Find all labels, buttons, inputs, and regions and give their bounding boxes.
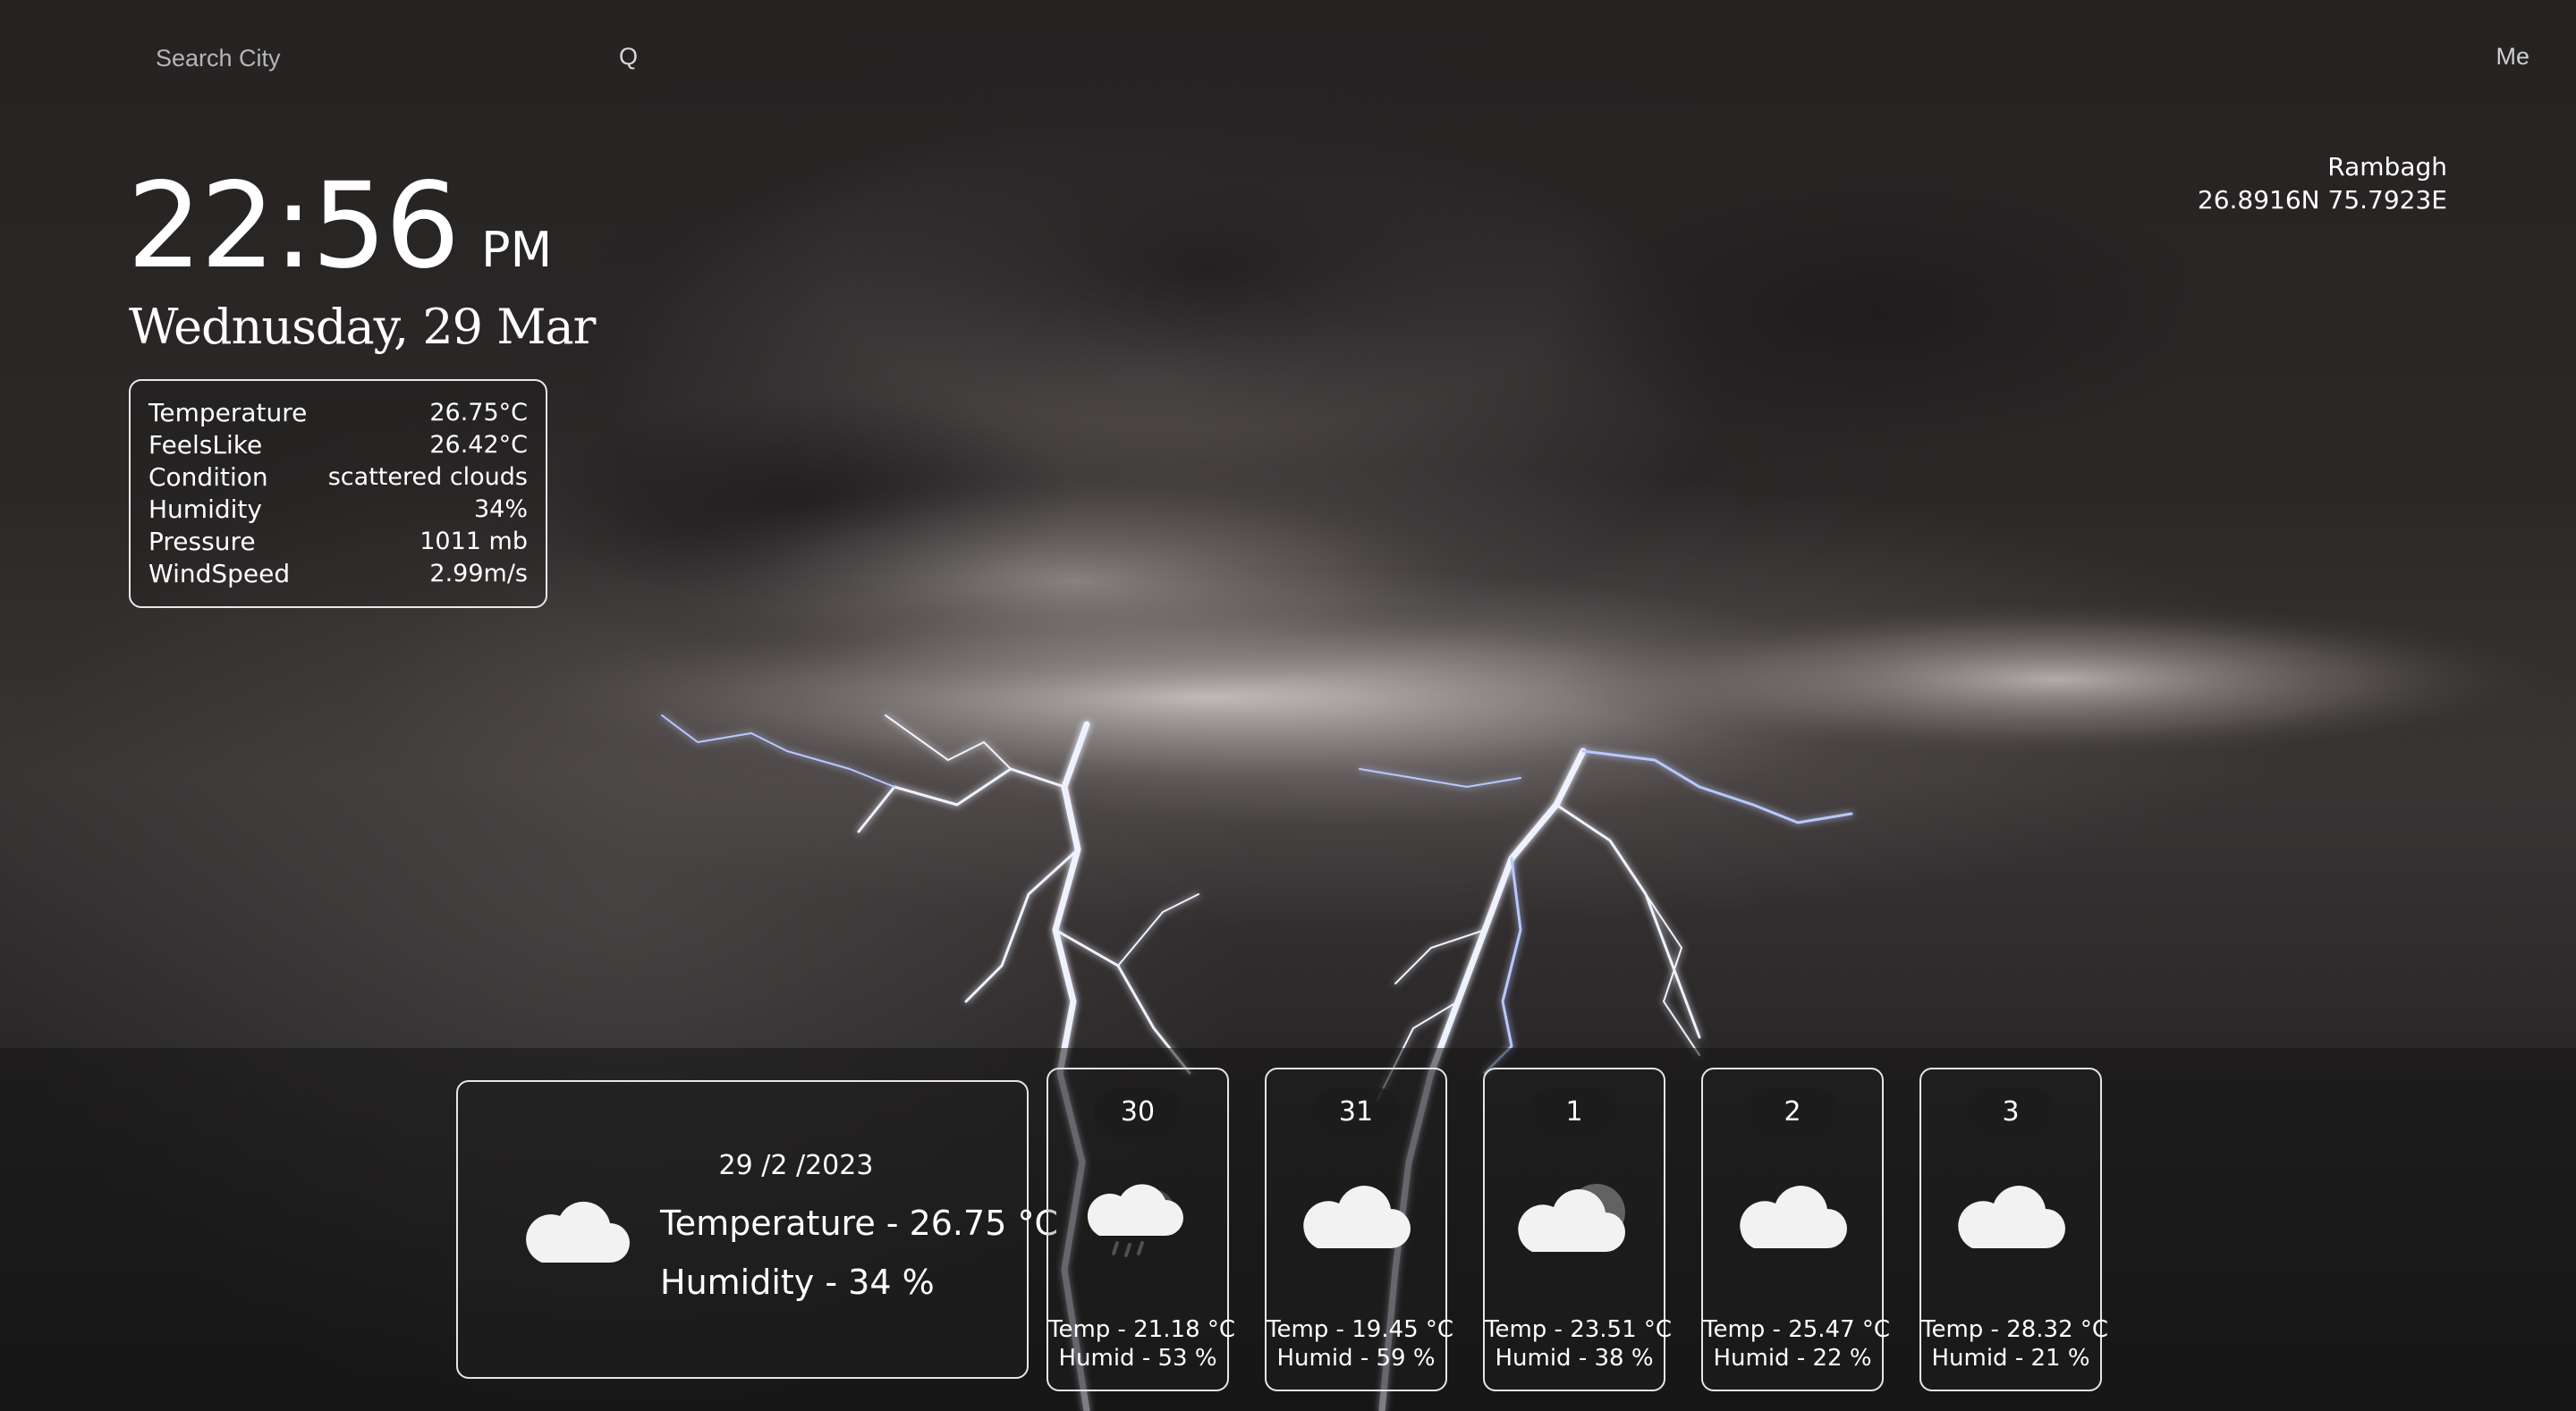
forecast-day-card: 1 Temp - 23.51 °C Humid - 38 % — [1483, 1068, 1673, 1391]
forecast-day-card: 2 Temp - 25.47 °C Humid - 22 % — [1701, 1068, 1891, 1391]
today-forecast-card: 29 /2 /2023 Temperature - 26.75 °C Humid… — [456, 1080, 1058, 1379]
today-date: 29 /2 /2023 — [718, 1150, 874, 1181]
stat-label: Temperature — [148, 398, 308, 427]
day-humidity: Humid - 53 % — [1058, 1345, 1217, 1372]
day-number: 1 — [1530, 1087, 1619, 1137]
stat-label: WindSpeed — [148, 559, 291, 588]
stat-value: 1011 mb — [419, 528, 528, 555]
day-number: 3 — [1966, 1087, 2055, 1137]
stat-label: Humidity — [148, 494, 262, 524]
clock: 22:56 PM — [127, 157, 552, 295]
day-temperature: Temp - 28.32 °C — [1921, 1316, 2109, 1343]
day-number: 31 — [1311, 1087, 1401, 1137]
stat-value: scattered clouds — [327, 463, 528, 491]
stat-value: 26.75°C — [429, 399, 528, 427]
day-temperature: Temp - 25.47 °C — [1703, 1316, 1891, 1343]
stat-row-pressure: Pressure 1011 mb — [148, 526, 528, 558]
day-humidity: Humid - 59 % — [1276, 1345, 1436, 1372]
location-coordinates: 26.8916N 75.7923E — [2197, 185, 2447, 215]
stat-row-windspeed: WindSpeed 2.99m/s — [148, 558, 528, 590]
cloud-icon — [1958, 1186, 2065, 1248]
stat-row-condition: Condition scattered clouds — [148, 461, 528, 494]
stat-label: Pressure — [148, 527, 256, 556]
stat-label: FeelsLike — [148, 430, 263, 460]
cloud-icon — [1303, 1186, 1411, 1248]
stat-row-feelslike: FeelsLike 26.42°C — [148, 429, 528, 461]
stat-label: Condition — [148, 462, 268, 492]
day-temperature: Temp - 23.51 °C — [1485, 1316, 1673, 1343]
location-info: Rambagh 26.8916N 75.7923E — [2198, 150, 2447, 216]
current-date: Wednusday, 29 Mar — [129, 299, 596, 355]
day-number: 30 — [1093, 1087, 1182, 1137]
day-number: 2 — [1748, 1087, 1837, 1137]
forecast-day-card: 31 Temp - 19.45 °C Humid - 59 % — [1265, 1068, 1454, 1391]
search-input[interactable] — [156, 41, 585, 75]
search-bar: Q — [156, 41, 639, 75]
stat-value: 34% — [473, 495, 528, 523]
cloud-moon-icon — [1518, 1184, 1625, 1252]
day-temperature: Temp - 19.45 °C — [1267, 1316, 1454, 1343]
forecast-day-card: 3 Temp - 28.32 °C Humid - 21 % — [1919, 1068, 2109, 1391]
day-temperature: Temp - 21.18 °C — [1048, 1316, 1236, 1343]
stat-row-temperature: Temperature 26.75°C — [148, 397, 528, 429]
day-humidity: Humid - 22 % — [1713, 1345, 1872, 1372]
rain-cloud-icon — [1087, 1184, 1183, 1257]
stat-row-humidity: Humidity 34% — [148, 494, 528, 526]
today-humidity: Humidity - 34 % — [660, 1263, 935, 1302]
forecast-day-card: 30 Temp - 21.18 °C Humid - 53 % — [1046, 1068, 1236, 1391]
me-link[interactable]: Me — [2496, 43, 2529, 71]
stat-value: 26.42°C — [429, 431, 528, 459]
am-pm-indicator: PM — [481, 222, 553, 278]
today-temperature: Temperature - 26.75 °C — [660, 1204, 1058, 1243]
location-name: Rambagh — [2327, 152, 2447, 182]
current-time: 22:56 — [127, 157, 460, 295]
cloud-icon — [526, 1201, 630, 1263]
current-weather-stats: Temperature 26.75°C FeelsLike 26.42°C Co… — [129, 379, 547, 608]
day-humidity: Humid - 21 % — [1931, 1345, 2090, 1372]
cloud-icon — [1740, 1186, 1847, 1248]
stat-value: 2.99m/s — [429, 560, 528, 587]
search-button[interactable]: Q — [619, 43, 638, 71]
day-humidity: Humid - 38 % — [1495, 1345, 1654, 1372]
